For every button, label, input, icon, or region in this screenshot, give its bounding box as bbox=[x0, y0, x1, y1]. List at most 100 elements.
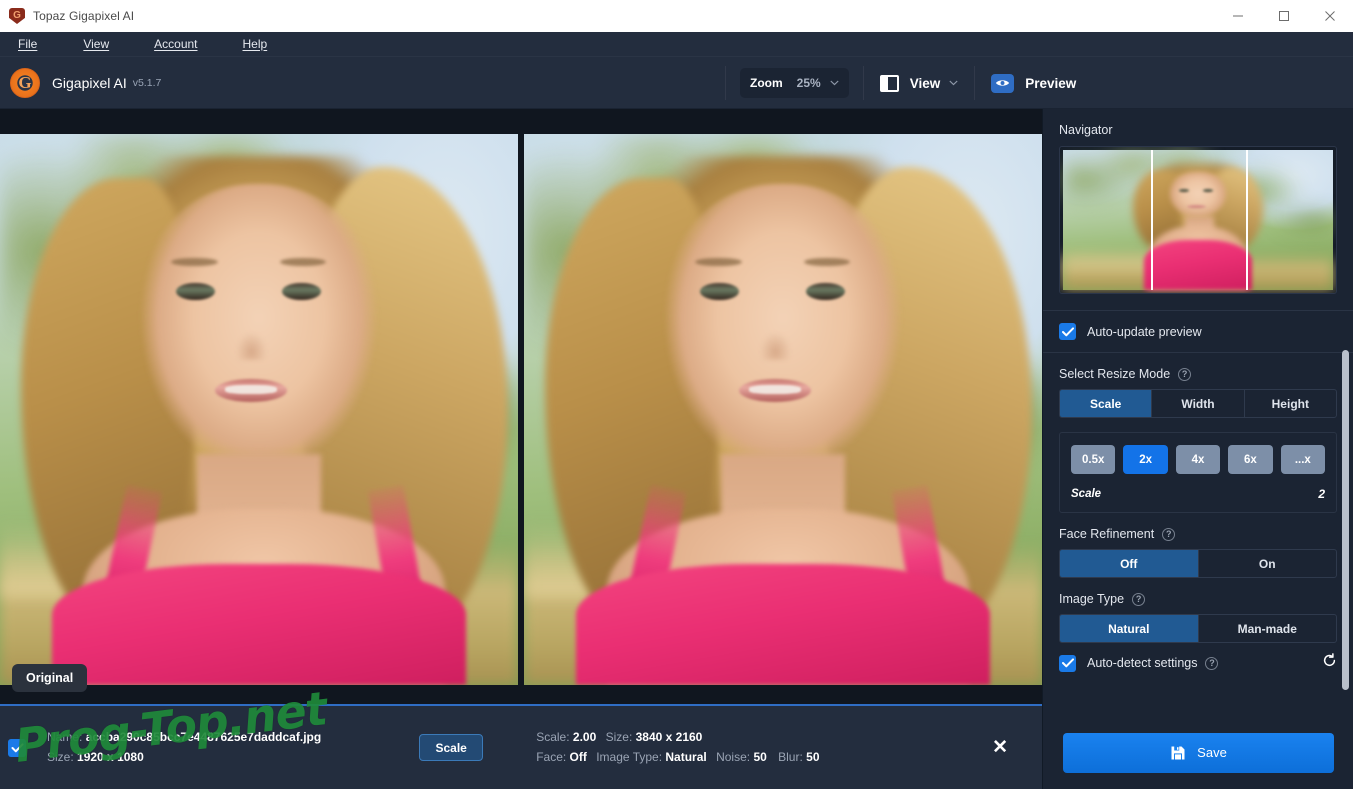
scale-chip-button[interactable]: Scale bbox=[419, 734, 484, 761]
scale-preset-6x[interactable]: 6x bbox=[1228, 445, 1273, 474]
image-type-value: Natural bbox=[665, 749, 707, 764]
image-type-segmented-control[interactable]: Natural Man-made bbox=[1059, 614, 1337, 643]
face-refinement-option-on[interactable]: On bbox=[1199, 550, 1337, 577]
file-selected-checkbox[interactable] bbox=[8, 738, 26, 757]
file-size-value: 1920 x 1080 bbox=[77, 749, 144, 764]
image-type-option-man-made[interactable]: Man-made bbox=[1199, 615, 1337, 642]
face-key: Face: bbox=[536, 749, 567, 764]
scale-preset-custom[interactable]: ...x bbox=[1280, 445, 1326, 474]
menubar: File View Account Help bbox=[0, 32, 1353, 57]
refresh-icon[interactable] bbox=[1322, 653, 1337, 673]
remove-file-button[interactable]: ✕ bbox=[992, 736, 1008, 759]
zoom-label: Zoom bbox=[750, 76, 783, 90]
toolbar-cluster: Zoom 25% View Preview bbox=[725, 57, 1092, 109]
menu-file-label: File bbox=[18, 36, 38, 51]
menu-account[interactable]: Account bbox=[144, 32, 207, 57]
save-button-label: Save bbox=[1197, 745, 1227, 760]
view-label: View bbox=[909, 75, 941, 91]
noise-key: Noise: bbox=[716, 749, 751, 764]
gigapixel-logo-icon: G bbox=[10, 67, 40, 98]
navigator-title: Navigator bbox=[1059, 123, 1113, 137]
view-mode-button[interactable]: View bbox=[864, 65, 975, 101]
scale-preset-2x[interactable]: 2x bbox=[1123, 445, 1168, 474]
blur-key: Blur: bbox=[778, 749, 803, 764]
file-size-key: Size: bbox=[47, 749, 74, 764]
image-type-title: Image Type bbox=[1059, 592, 1125, 606]
window-controls bbox=[1215, 0, 1353, 32]
file-meta: Name: accba290c85bcc7e4487625e7daddcaf.j… bbox=[47, 728, 321, 768]
file-status-bar: Name: accba290c85bcc7e4487625e7daddcaf.j… bbox=[0, 704, 1042, 789]
menu-account-label: Account bbox=[154, 36, 198, 51]
help-icon-face-refinement[interactable]: ? bbox=[1162, 527, 1176, 541]
image-type-key: Image Type: bbox=[596, 749, 663, 764]
save-button[interactable]: Save bbox=[1063, 732, 1334, 773]
resize-mode-option-width[interactable]: Width bbox=[1152, 390, 1245, 417]
brand: G Gigapixel AI v5.1.7 bbox=[10, 67, 161, 98]
auto-update-preview-label: Auto-update preview bbox=[1087, 324, 1202, 339]
processed-image-pane[interactable] bbox=[524, 134, 1042, 685]
preview-canvas[interactable]: Original bbox=[0, 109, 1042, 704]
help-icon-auto-detect[interactable]: ? bbox=[1205, 656, 1219, 670]
face-refinement-option-off[interactable]: Off bbox=[1060, 550, 1199, 577]
resize-mode-title: Select Resize Mode bbox=[1059, 367, 1171, 381]
help-icon-image-type[interactable]: ? bbox=[1132, 592, 1146, 606]
image-type-option-natural[interactable]: Natural bbox=[1060, 615, 1199, 642]
scale-presets-box: 0.5x 2x 4x 6x ...x Scale 2 bbox=[1059, 432, 1337, 513]
settings-panel: Navigator Auto-update preview Select Res… bbox=[1042, 109, 1353, 789]
menu-file[interactable]: File bbox=[8, 32, 47, 57]
checkbox-checked-icon[interactable] bbox=[1059, 323, 1076, 340]
output-size-value: 3840 x 2160 bbox=[635, 729, 703, 744]
noise-value: 50 bbox=[753, 749, 767, 764]
resize-mode-header: Select Resize Mode ? bbox=[1043, 353, 1353, 389]
resize-mode-segmented-control[interactable]: Scale Width Height bbox=[1059, 389, 1337, 418]
brand-name: Gigapixel AI bbox=[52, 74, 127, 91]
split-view-icon bbox=[879, 74, 899, 92]
help-icon-resize-mode[interactable]: ? bbox=[1178, 367, 1192, 381]
output-stats-line-2: Face: Off Image Type: Natural Noise: 50 … bbox=[536, 748, 819, 768]
scale-row-value[interactable]: 2 bbox=[1318, 487, 1325, 501]
maximize-button[interactable] bbox=[1261, 0, 1307, 32]
original-image-pane[interactable] bbox=[0, 134, 518, 685]
preview-label: Preview bbox=[1025, 75, 1077, 91]
chevron-down-icon[interactable] bbox=[830, 78, 839, 88]
floppy-disk-icon bbox=[1171, 746, 1185, 759]
output-scale-value: 2.00 bbox=[572, 729, 597, 744]
checkbox-checked-icon-auto-detect[interactable] bbox=[1059, 654, 1076, 672]
face-refinement-segmented-control[interactable]: Off On bbox=[1059, 549, 1337, 578]
zoom-value: 25% bbox=[796, 76, 821, 90]
auto-detect-settings-row[interactable]: Auto-detect settings ? bbox=[1043, 643, 1353, 673]
menu-help-label: Help bbox=[242, 36, 268, 51]
menu-help[interactable]: Help bbox=[233, 32, 278, 57]
resize-mode-option-scale[interactable]: Scale bbox=[1060, 390, 1153, 417]
scale-preset-4x[interactable]: 4x bbox=[1175, 445, 1221, 474]
panel-scrollbar[interactable] bbox=[1342, 350, 1349, 690]
face-value: Off bbox=[569, 749, 587, 764]
zoom-control[interactable]: Zoom 25% bbox=[740, 68, 849, 98]
toolbar-divider-left bbox=[725, 66, 726, 100]
chevron-down-icon-view[interactable] bbox=[949, 78, 958, 88]
output-size-key: Size: bbox=[605, 729, 633, 744]
image-type-header: Image Type ? bbox=[1043, 578, 1353, 614]
original-label-badge: Original bbox=[12, 664, 88, 692]
window-title: Topaz Gigapixel AI bbox=[33, 9, 135, 23]
preview-toggle-button[interactable]: Preview bbox=[975, 65, 1092, 101]
auto-detect-settings-label: Auto-detect settings bbox=[1087, 656, 1198, 670]
file-name-line: Name: accba290c85bcc7e4487625e7daddcaf.j… bbox=[47, 728, 321, 748]
scale-row-label: Scale bbox=[1071, 488, 1102, 500]
file-name-key: Name: bbox=[47, 729, 83, 744]
navigator-thumbnail[interactable] bbox=[1059, 146, 1337, 294]
navigator-viewport-rect[interactable] bbox=[1151, 150, 1248, 290]
output-stats-line-1: Scale: 2.00 Size: 3840 x 2160 bbox=[536, 728, 819, 748]
output-stats: Scale: 2.00 Size: 3840 x 2160 Face: Off … bbox=[536, 728, 819, 768]
menu-view-label: View bbox=[83, 36, 110, 51]
eye-icon bbox=[991, 73, 1015, 93]
auto-update-preview-row[interactable]: Auto-update preview bbox=[1043, 311, 1353, 352]
scale-preset-0-5x[interactable]: 0.5x bbox=[1071, 445, 1116, 474]
resize-mode-option-height[interactable]: Height bbox=[1245, 390, 1336, 417]
close-button[interactable] bbox=[1307, 0, 1353, 32]
menu-view[interactable]: View bbox=[73, 32, 119, 57]
minimize-button[interactable] bbox=[1215, 0, 1261, 32]
output-scale-key: Scale: bbox=[536, 729, 570, 744]
save-bar: Save bbox=[1043, 716, 1353, 789]
pane-divider[interactable] bbox=[518, 134, 524, 685]
